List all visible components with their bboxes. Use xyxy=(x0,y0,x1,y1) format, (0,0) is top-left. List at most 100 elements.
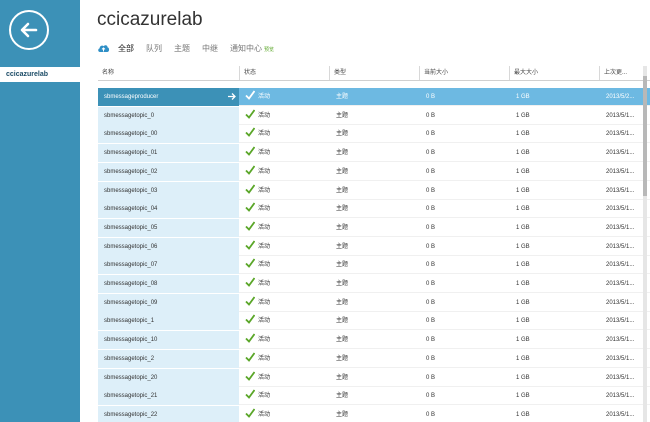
scrollbar[interactable] xyxy=(643,66,647,422)
row-type: 主题 xyxy=(336,393,349,400)
row-type: 主题 xyxy=(336,411,349,418)
check-icon xyxy=(245,221,255,231)
tab-relays[interactable]: 中继 xyxy=(202,43,218,54)
row-name[interactable]: sbmessageproducer xyxy=(98,88,239,106)
column-header-status[interactable]: 状态 xyxy=(239,66,256,80)
row-name[interactable]: sbmessagetopic_07 xyxy=(98,256,239,275)
tab-topics[interactable]: 主题 xyxy=(174,43,190,54)
row-max-size: 1 GB xyxy=(516,374,530,381)
table-row[interactable]: sbmessageproducer 活动 主题 0 B 1 GB 2013/5/2... xyxy=(98,88,650,106)
row-last-updated: 2013/5/1... xyxy=(606,299,635,306)
column-header-type[interactable]: 类型 xyxy=(329,66,346,80)
tab-notification-hubs[interactable]: 通知中心 预览 xyxy=(230,43,274,54)
entity-table: 名称 状态 类型 当前大小 最大大小 上次更... sbmessageprodu… xyxy=(98,66,650,422)
table-row[interactable]: sbmessagetopic_22 活动 主题 0 B 1 GB 2013/5/1... xyxy=(98,405,650,422)
row-name[interactable]: sbmessagetopic_0 xyxy=(98,106,239,125)
row-type: 主题 xyxy=(336,355,349,362)
row-name[interactable]: sbmessagetopic_03 xyxy=(98,181,239,200)
row-status: 活动 xyxy=(258,206,271,213)
row-name[interactable]: sbmessagetopic_01 xyxy=(98,144,239,163)
filter-tabs: 全部 队列 主题 中继 通知中心 预览 xyxy=(97,42,286,54)
row-status: 活动 xyxy=(258,355,271,362)
row-status: 活动 xyxy=(258,262,271,269)
row-type: 主题 xyxy=(336,337,349,344)
row-current-size: 0 B xyxy=(426,337,436,344)
row-type: 主题 xyxy=(336,187,349,194)
row-type: 主题 xyxy=(336,262,349,269)
row-name[interactable]: sbmessagetopic_22 xyxy=(98,405,239,422)
row-type: 主题 xyxy=(336,224,349,231)
row-background xyxy=(239,275,650,293)
column-header-name[interactable]: 名称 xyxy=(98,66,114,80)
check-icon xyxy=(245,165,255,175)
row-name[interactable]: sbmessagetopic_05 xyxy=(98,218,239,237)
row-current-size: 0 B xyxy=(426,150,436,157)
row-name[interactable]: sbmessagetopic_02 xyxy=(98,162,239,181)
table-row[interactable]: sbmessagetopic_05 活动 主题 0 B 1 GB 2013/5/1... xyxy=(98,218,650,237)
row-last-updated: 2013/5/1... xyxy=(606,131,635,138)
table-row[interactable]: sbmessagetopic_03 活动 主题 0 B 1 GB 2013/5/1... xyxy=(98,181,650,200)
column-header-last-updated[interactable]: 上次更... xyxy=(599,66,627,80)
table-row[interactable]: sbmessagetopic_0 活动 主题 0 B 1 GB 2013/5/1... xyxy=(98,106,650,125)
row-max-size: 1 GB xyxy=(516,187,530,194)
sidebar-item-namespace[interactable]: ccicazurelab xyxy=(0,67,80,82)
row-background xyxy=(239,219,650,237)
table-row[interactable]: sbmessagetopic_08 活动 主题 0 B 1 GB 2013/5/1... xyxy=(98,275,650,293)
row-type: 主题 xyxy=(336,206,349,213)
table-row[interactable]: sbmessagetopic_00 活动 主题 0 B 1 GB 2013/5/1... xyxy=(98,125,650,144)
row-name[interactable]: sbmessagetopic_2 xyxy=(98,349,239,368)
table-row[interactable]: sbmessagetopic_21 活动 主题 0 B 1 GB 2013/5/1... xyxy=(98,387,650,406)
tab-all[interactable]: 全部 xyxy=(118,43,134,54)
tab-queues[interactable]: 队列 xyxy=(146,43,162,54)
table-row[interactable]: sbmessagetopic_09 活动 主题 0 B 1 GB 2013/5/1... xyxy=(98,293,650,312)
row-background xyxy=(239,125,650,143)
check-icon xyxy=(245,240,255,250)
row-name[interactable]: sbmessagetopic_10 xyxy=(98,331,239,350)
row-last-updated: 2013/5/1... xyxy=(606,337,635,344)
row-name[interactable]: sbmessagetopic_21 xyxy=(98,387,239,406)
row-status: 活动 xyxy=(258,187,271,194)
row-type: 主题 xyxy=(336,168,349,175)
row-current-size: 0 B xyxy=(426,318,436,325)
row-name[interactable]: sbmessagetopic_1 xyxy=(98,312,239,331)
row-background xyxy=(239,331,650,349)
table-row[interactable]: sbmessagetopic_07 活动 主题 0 B 1 GB 2013/5/1... xyxy=(98,256,650,275)
table-row[interactable]: sbmessagetopic_06 活动 主题 0 B 1 GB 2013/5/1... xyxy=(98,237,650,256)
column-header-max-size[interactable]: 最大大小 xyxy=(509,66,538,80)
table-row[interactable]: sbmessagetopic_01 活动 主题 0 B 1 GB 2013/5/1... xyxy=(98,144,650,163)
row-last-updated: 2013/5/1... xyxy=(606,281,635,287)
table-row[interactable]: sbmessagetopic_10 活动 主题 0 B 1 GB 2013/5/1... xyxy=(98,331,650,350)
row-name[interactable]: sbmessagetopic_08 xyxy=(98,275,239,293)
row-type: 主题 xyxy=(336,131,349,138)
row-name[interactable]: sbmessagetopic_09 xyxy=(98,293,239,312)
row-type: 主题 xyxy=(336,281,349,287)
table-row[interactable]: sbmessagetopic_1 活动 主题 0 B 1 GB 2013/5/1... xyxy=(98,312,650,331)
arrow-right-icon[interactable] xyxy=(227,92,236,101)
row-max-size: 1 GB xyxy=(516,168,530,175)
table-row[interactable]: sbmessagetopic_02 活动 主题 0 B 1 GB 2013/5/1... xyxy=(98,162,650,181)
row-name[interactable]: sbmessagetopic_04 xyxy=(98,200,239,219)
check-icon xyxy=(245,296,255,306)
table-row[interactable]: sbmessagetopic_04 活动 主题 0 B 1 GB 2013/5/1... xyxy=(98,200,650,219)
row-background xyxy=(239,238,650,256)
column-header-current-size[interactable]: 当前大小 xyxy=(419,66,448,80)
row-name[interactable]: sbmessagetopic_06 xyxy=(98,237,239,256)
row-last-updated: 2013/5/1... xyxy=(606,168,635,175)
check-icon xyxy=(245,370,255,381)
row-max-size: 1 GB xyxy=(516,112,530,119)
back-button[interactable] xyxy=(9,10,49,50)
check-icon xyxy=(245,277,255,287)
table-row[interactable]: sbmessagetopic_20 活动 主题 0 B 1 GB 2013/5/1... xyxy=(98,368,650,387)
row-max-size: 1 GB xyxy=(516,281,530,287)
row-type: 主题 xyxy=(336,243,349,250)
tab-notification-hubs-label: 通知中心 xyxy=(230,43,262,53)
table-row[interactable]: sbmessagetopic_2 活动 主题 0 B 1 GB 2013/5/1... xyxy=(98,349,650,368)
row-last-updated: 2013/5/1... xyxy=(606,187,635,194)
check-icon xyxy=(245,408,255,418)
row-last-updated: 2013/5/2... xyxy=(606,94,635,100)
cloud-upload-icon xyxy=(98,45,110,52)
row-current-size: 0 B xyxy=(426,131,436,138)
row-current-size: 0 B xyxy=(426,112,436,119)
row-name[interactable]: sbmessagetopic_20 xyxy=(98,368,239,387)
row-name[interactable]: sbmessagetopic_00 xyxy=(98,125,239,144)
